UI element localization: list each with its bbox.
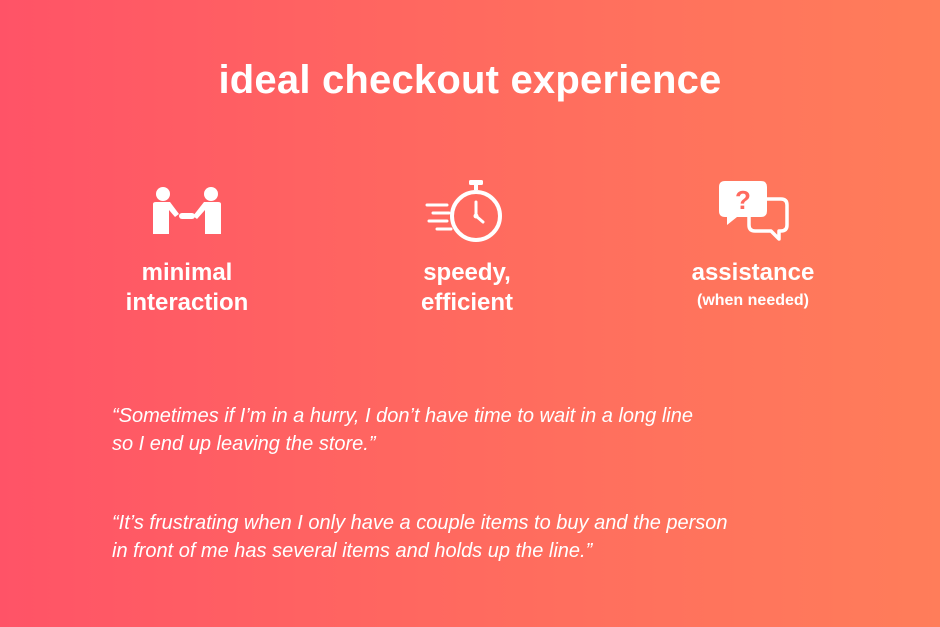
feature-label-line1: minimal [141, 259, 233, 286]
feature-speedy-efficient: speedy, efficient [347, 178, 587, 318]
feature-minimal-interaction: minimal interaction [67, 178, 307, 318]
quote-line: so I end up leaving the store.” [112, 433, 376, 455]
svg-text:?: ? [735, 185, 751, 215]
feature-label-line2: efficient [420, 289, 513, 316]
feature-assistance: ? assistance (when needed) [633, 178, 873, 312]
quote-line: “It’s frustrating when I only have a cou… [112, 512, 728, 534]
feature-label-line1: assistance [691, 259, 815, 286]
page-title: ideal checkout experience [218, 58, 722, 102]
quote-line: in front of me has several items and hol… [112, 540, 593, 562]
chat-question-icon: ? [633, 178, 873, 244]
stopwatch-icon [347, 178, 587, 244]
feature-label-line1: speedy, [423, 259, 511, 286]
quote-hurry: “Sometimes if I’m in a hurry, I don’t ha… [112, 402, 872, 458]
feature-label-line2: interaction [125, 289, 249, 316]
quote-line: “Sometimes if I’m in a hurry, I don’t ha… [112, 405, 693, 427]
handshake-icon [67, 178, 307, 244]
quote-frustrating: “It’s frustrating when I only have a cou… [112, 509, 872, 565]
feature-sublabel: (when needed) [696, 292, 809, 309]
